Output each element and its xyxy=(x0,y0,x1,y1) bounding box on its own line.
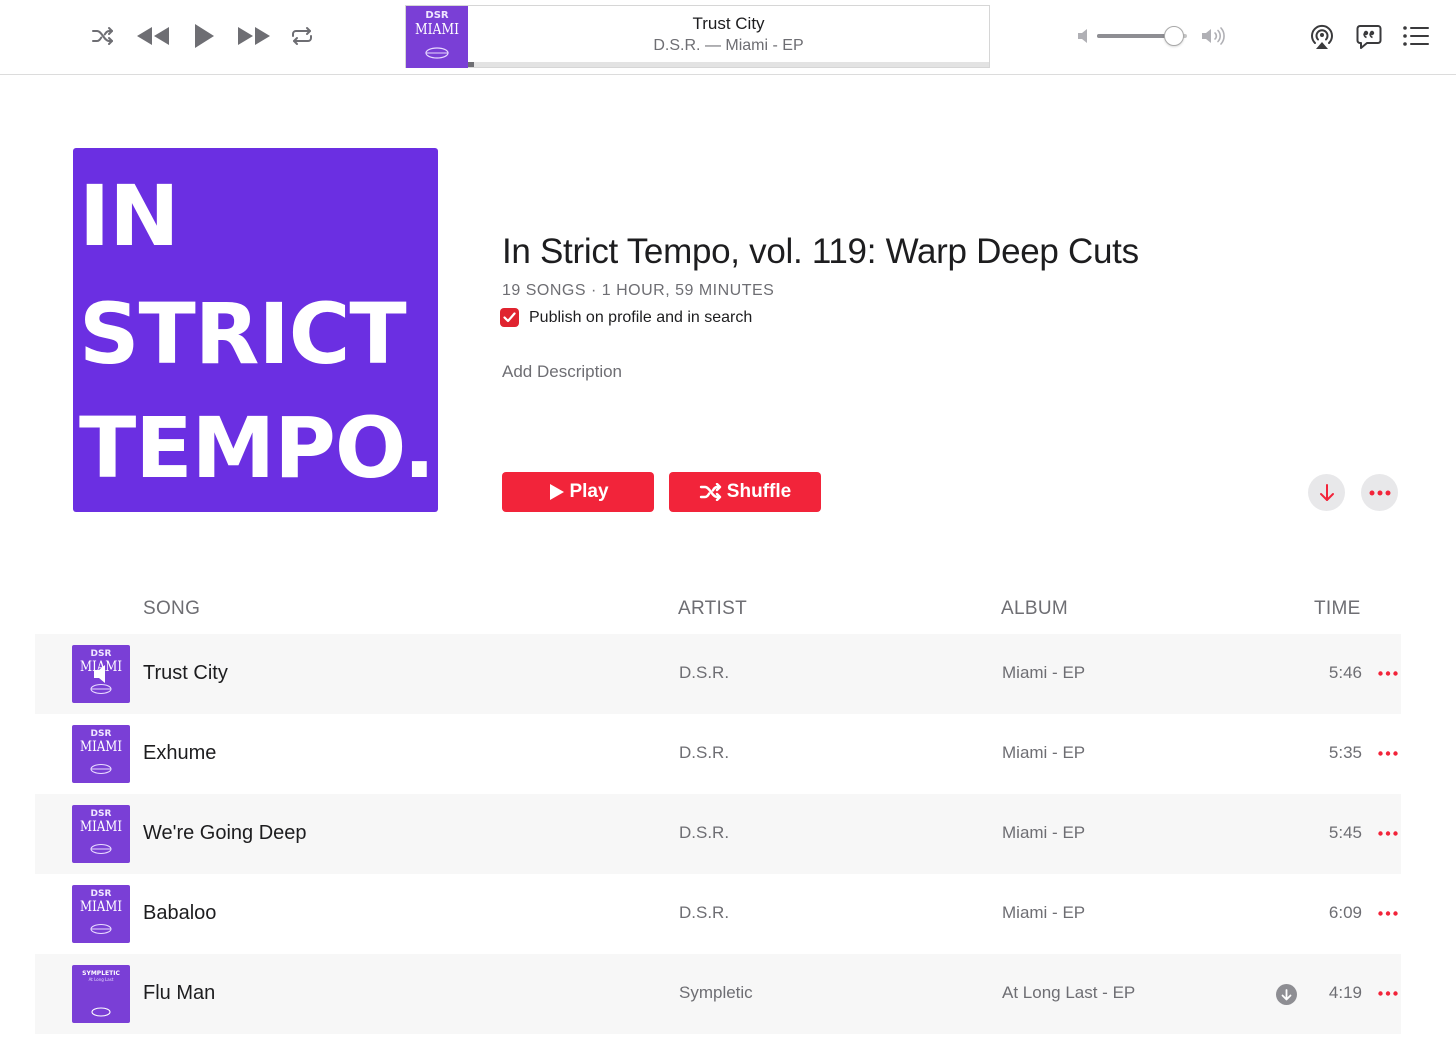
song-album[interactable]: Miami - EP xyxy=(1002,743,1085,763)
song-artwork: DSR MIAMI xyxy=(72,645,130,703)
song-album[interactable]: At Long Last - EP xyxy=(1002,983,1135,1003)
volume-slider-knob[interactable] xyxy=(1163,26,1184,46)
ellipsis-icon[interactable] xyxy=(1375,900,1401,926)
shuffle-button[interactable]: Shuffle xyxy=(669,472,821,512)
song-duration: 6:09 xyxy=(1328,903,1362,922)
artwork-label: DSR xyxy=(91,649,112,659)
artwork-label: DSR xyxy=(91,809,112,819)
shuffle-button-label: Shuffle xyxy=(726,481,792,502)
song-album[interactable]: Miami - EP xyxy=(1002,823,1085,843)
queue-list-icon[interactable] xyxy=(1400,20,1432,52)
now-playing-title: Trust City xyxy=(692,14,765,33)
now-playing-panel[interactable]: DSR MIAMI Trust City D.S.R. — Miami - EP xyxy=(405,5,990,68)
shuffle-icon xyxy=(699,483,721,501)
table-row[interactable]: DSR MIAMI Exhume D.S.R. Miami - EP 5:35 xyxy=(35,714,1401,794)
playlist-title: In Strict Tempo, vol. 119: Warp Deep Cut… xyxy=(502,232,1139,271)
song-title: Flu Man xyxy=(143,982,216,1004)
publish-checkbox[interactable] xyxy=(500,308,519,327)
song-artist[interactable]: D.S.R. xyxy=(679,743,729,763)
table-row[interactable]: SYMPLETIC At Long Last Flu Man Sympletic At … xyxy=(35,954,1401,1034)
table-row[interactable]: DSR MIAMI Trust City D.S.R. Miami - EP 5:46 xyxy=(35,634,1401,714)
cover-text-line: TEMPO. xyxy=(79,399,435,497)
toolbar: DSR MIAMI Trust City D.S.R. — Miami - EP xyxy=(0,0,1456,75)
download-arrow-icon xyxy=(1319,483,1334,501)
now-playing-subtitle: D.S.R. — Miami - EP xyxy=(653,37,804,54)
song-artist[interactable]: D.S.R. xyxy=(679,823,729,843)
ellipsis-icon[interactable] xyxy=(1375,740,1401,766)
column-header-time[interactable]: TIME xyxy=(1314,598,1361,620)
play-icon xyxy=(550,484,565,500)
artwork-label: MIAMI xyxy=(80,739,122,755)
ellipsis-icon[interactable] xyxy=(1375,820,1401,846)
song-duration: 5:35 xyxy=(1328,743,1362,762)
checkmark-icon xyxy=(503,312,516,323)
song-artist[interactable]: Sympletic xyxy=(679,983,753,1003)
song-album[interactable]: Miami - EP xyxy=(1002,663,1085,683)
playlist-cover-art: IN STRICT TEMPO. xyxy=(73,148,438,512)
column-header-album[interactable]: ALBUM xyxy=(1001,598,1068,620)
volume-slider-fill xyxy=(1097,34,1174,38)
playback-progress-bar[interactable] xyxy=(468,62,989,67)
ellipsis-icon xyxy=(1369,490,1390,495)
cover-text-line: STRICT xyxy=(79,285,407,383)
airplay-icon[interactable] xyxy=(1306,20,1338,52)
play-icon[interactable] xyxy=(188,18,220,54)
song-artwork: DSR MIAMI xyxy=(72,725,130,783)
song-artwork: SYMPLETIC At Long Last xyxy=(72,965,130,1023)
ellipsis-icon[interactable] xyxy=(1375,980,1401,1006)
publish-toggle[interactable]: Publish on profile and in search xyxy=(500,308,752,327)
play-button-label: Play xyxy=(569,481,609,502)
cover-text-line: IN xyxy=(79,167,180,265)
song-title: We're Going Deep xyxy=(143,822,307,844)
now-playing-artwork: DSR MIAMI xyxy=(406,6,468,68)
artwork-label: MIAMI xyxy=(80,899,122,915)
repeat-icon[interactable] xyxy=(287,22,317,50)
play-button[interactable]: Play xyxy=(502,472,654,512)
volume-high-icon xyxy=(1200,25,1228,47)
playlist-meta: 19 SONGS · 1 HOUR, 59 MINUTES xyxy=(502,282,775,299)
more-options-button[interactable] xyxy=(1361,474,1398,511)
song-title: Trust City xyxy=(143,662,228,684)
artwork-label: SYMPLETIC xyxy=(82,970,120,977)
song-title: Babaloo xyxy=(143,902,217,924)
column-header-song[interactable]: SONG xyxy=(143,598,200,620)
add-description-link[interactable]: Add Description xyxy=(502,362,622,382)
ellipsis-icon[interactable] xyxy=(1375,660,1401,686)
table-row[interactable]: DSR MIAMI Babaloo D.S.R. Miami - EP 6:09 xyxy=(35,874,1401,954)
column-header-artist[interactable]: ARTIST xyxy=(678,598,747,620)
now-playing-art-label: MIAMI xyxy=(415,20,459,38)
song-duration: 5:46 xyxy=(1328,663,1362,682)
artwork-label: DSR xyxy=(91,729,112,739)
song-artist[interactable]: D.S.R. xyxy=(679,663,729,683)
song-album[interactable]: Miami - EP xyxy=(1002,903,1085,923)
song-artwork: DSR MIAMI xyxy=(72,885,130,943)
volume-low-icon xyxy=(1075,27,1093,45)
download-icon[interactable] xyxy=(1276,984,1297,1005)
song-artist[interactable]: D.S.R. xyxy=(679,903,729,923)
song-title: Exhume xyxy=(143,742,217,764)
next-icon[interactable] xyxy=(234,20,274,52)
lyrics-icon[interactable] xyxy=(1353,20,1385,52)
song-duration: 5:45 xyxy=(1328,823,1362,842)
song-artwork: DSR MIAMI xyxy=(72,805,130,863)
artwork-label: MIAMI xyxy=(80,819,122,835)
previous-icon[interactable] xyxy=(133,20,173,52)
publish-label: Publish on profile and in search xyxy=(529,308,753,326)
artwork-label: DSR xyxy=(91,889,112,899)
table-row[interactable]: DSR MIAMI We're Going Deep D.S.R. Miami - EP… xyxy=(35,794,1401,874)
song-duration: 4:19 xyxy=(1328,983,1362,1002)
shuffle-icon[interactable] xyxy=(88,22,118,50)
playback-progress-fill xyxy=(468,62,475,67)
artwork-label: At Long Last xyxy=(89,977,114,982)
download-button[interactable] xyxy=(1308,474,1345,511)
